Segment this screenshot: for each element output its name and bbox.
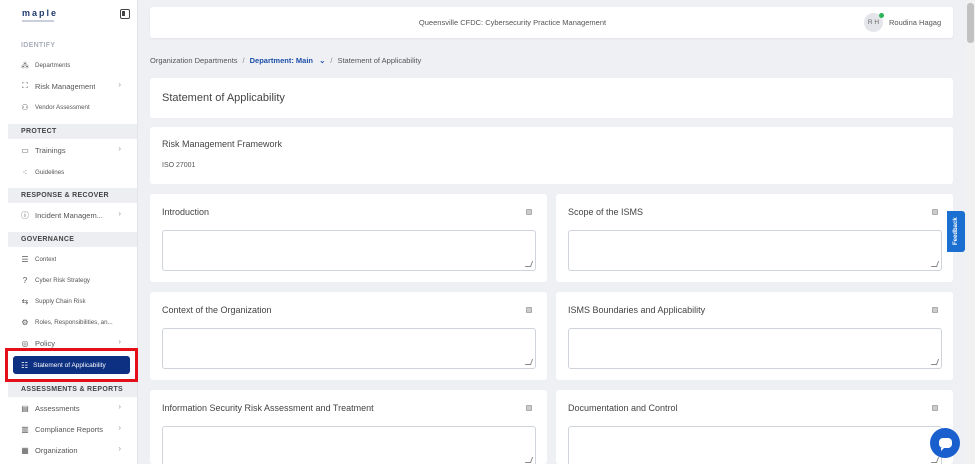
sidebar-item-statement-of-applicability[interactable]: ☷ Statement of Applicability [13, 356, 130, 374]
sidebar-item-incident-management[interactable]: ⓘ Incident Managem... › [20, 207, 125, 223]
page-title-card: Statement of Applicability [150, 78, 953, 118]
report-icon: ▥ [21, 424, 29, 434]
feedback-tab[interactable]: Feedback [947, 211, 965, 252]
save-icon[interactable] [526, 209, 532, 215]
sidebar-item-vendor-assessment[interactable]: ⚇ Vendor Assessment [20, 99, 125, 115]
page-title: Statement of Applicability [162, 92, 285, 104]
sidebar-collapse-icon[interactable] [120, 9, 130, 19]
section-title: Introduction [162, 207, 210, 217]
online-status-icon [879, 13, 884, 18]
section-protect: PROTECT [8, 124, 137, 139]
framework-card: Risk Management Framework ISO 27001 [150, 127, 953, 184]
boundaries-textarea[interactable] [568, 328, 942, 369]
risk-icon: ⛶ [22, 81, 28, 90]
documentation-textarea[interactable] [568, 426, 942, 464]
framework-label: Risk Management Framework [162, 139, 283, 149]
sidebar-item-trainings[interactable]: ▭ Trainings › [20, 142, 125, 158]
checklist-icon: ☷ [21, 360, 29, 370]
gear-icon: ⚙ [21, 317, 29, 327]
chevron-right-icon: › [118, 444, 121, 453]
chevron-right-icon: › [118, 402, 121, 411]
section-identify: IDENTIFY [21, 42, 56, 49]
risk-assessment-card: Information Security Risk Assessment and… [150, 390, 547, 464]
save-icon[interactable] [932, 209, 938, 215]
scope-card: Scope of the ISMS [556, 194, 953, 282]
risk-assessment-textarea[interactable] [162, 426, 536, 464]
chevron-right-icon: › [118, 423, 121, 432]
alert-icon: ⓘ [21, 210, 29, 220]
section-title: Scope of the ISMS [568, 207, 644, 217]
sidebar-item-compliance-reports[interactable]: ▥ Compliance Reports › [20, 421, 125, 437]
chat-icon [938, 438, 952, 451]
section-title: ISMS Boundaries and Applicability [568, 305, 706, 315]
context-card: Context of the Organization [150, 292, 547, 380]
section-title: Context of the Organization [162, 305, 272, 315]
save-icon[interactable] [526, 307, 532, 313]
scope-textarea[interactable] [568, 230, 942, 271]
policy-icon: ◎ [21, 338, 29, 348]
section-response-recover: RESPONSE & RECOVER [8, 188, 137, 203]
chevron-right-icon: › [118, 80, 121, 89]
organization-icon: ▦ [21, 445, 29, 455]
save-icon[interactable] [932, 307, 938, 313]
scrollbar-thumb[interactable] [967, 3, 974, 43]
save-icon[interactable] [526, 405, 532, 411]
section-title: Documentation and Control [568, 403, 678, 413]
department-dropdown[interactable]: Department: Main ⌄ [250, 56, 326, 65]
scrollbar-track[interactable] [966, 0, 975, 464]
chat-button[interactable] [930, 428, 960, 458]
documentation-card: Documentation and Control [556, 390, 953, 464]
chevron-right-icon: › [118, 144, 121, 153]
question-icon: ? [22, 275, 28, 285]
sidebar-item-cyber-risk-strategy[interactable]: ? Cyber Risk Strategy [20, 272, 125, 288]
section-title: Information Security Risk Assessment and… [162, 403, 374, 413]
context-textarea[interactable] [162, 328, 536, 369]
hierarchy-icon: ⁂ [21, 60, 29, 70]
section-governance: GOVERNANCE [8, 232, 137, 247]
topbar: Queensville CFDC: Cybersecurity Practice… [150, 7, 953, 38]
sidebar-item-departments[interactable]: ⁂ Departments [20, 57, 125, 73]
document-icon: ☰ [21, 254, 29, 264]
assessment-icon: ▤ [21, 403, 29, 413]
breadcrumb: Organization Departments / Department: M… [150, 56, 422, 65]
sidebar: maple IDENTIFY ⁂ Departments ⛶ Risk Mana… [0, 0, 138, 464]
sidebar-item-context[interactable]: ☰ Context [20, 251, 125, 267]
section-assessments-reports: ASSESSMENTS & REPORTS [8, 382, 137, 397]
chevron-right-icon: › [118, 337, 121, 346]
sidebar-item-risk-management[interactable]: ⛶ Risk Management › [20, 78, 125, 94]
chevron-right-icon: › [118, 209, 121, 218]
introduction-card: Introduction [150, 194, 547, 282]
user-name[interactable]: Roudina Hagag [889, 18, 941, 27]
training-icon: ▭ [21, 145, 29, 155]
supply-chain-icon: ⇆ [21, 296, 29, 306]
sidebar-item-guidelines[interactable]: ⁖ Guidelines [20, 164, 125, 180]
sidebar-item-organization[interactable]: ▦ Organization › [20, 442, 125, 458]
boundaries-card: ISMS Boundaries and Applicability [556, 292, 953, 380]
breadcrumb-org-departments[interactable]: Organization Departments [150, 56, 238, 65]
app-title: Queensville CFDC: Cybersecurity Practice… [418, 18, 607, 27]
sidebar-item-supply-chain-risk[interactable]: ⇆ Supply Chain Risk [20, 293, 125, 309]
save-icon[interactable] [932, 405, 938, 411]
chevron-down-icon: ⌄ [319, 56, 326, 65]
logo[interactable]: maple [22, 8, 58, 22]
vendor-icon: ⚇ [21, 102, 29, 112]
sidebar-item-assessments[interactable]: ▤ Assessments › [20, 400, 125, 416]
introduction-textarea[interactable] [162, 230, 536, 271]
framework-value: ISO 27001 [162, 162, 196, 169]
guidelines-icon: ⁖ [22, 167, 28, 177]
sidebar-item-roles[interactable]: ⚙ Roles, Responsibilities, an... [20, 314, 125, 330]
breadcrumb-current: Statement of Applicability [337, 56, 422, 65]
